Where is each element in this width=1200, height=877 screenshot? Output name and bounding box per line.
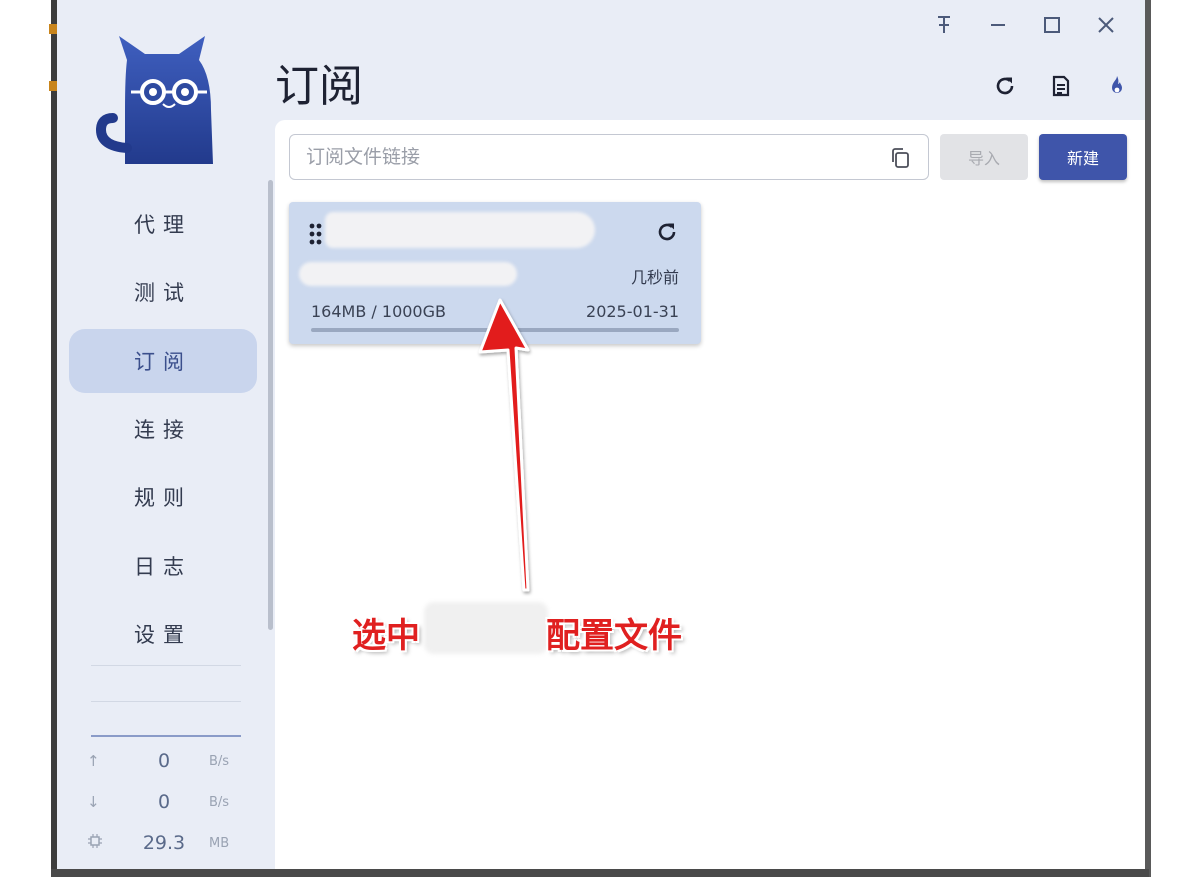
chip-icon (87, 833, 119, 853)
cat-logo-icon (95, 36, 213, 164)
app-window: 代理 测试 订阅 连接 规则 日志 设置 ↑ 0 B/s ↓ 0 B/s 29.… (57, 0, 1145, 869)
sidebar: 代理 测试 订阅 连接 规则 日志 设置 ↑ 0 B/s ↓ 0 B/s 29.… (57, 0, 275, 869)
sidebar-scrollbar[interactable] (268, 180, 273, 630)
memory-usage-row: 29.3 MB (87, 828, 247, 858)
redacted-profile-host (299, 262, 517, 286)
download-speed-row: ↓ 0 B/s (87, 787, 247, 817)
annotation-label-prefix: 选中 (352, 616, 420, 656)
paste-icon[interactable] (890, 147, 910, 169)
window-controls (917, 6, 1133, 44)
flame-icon (1112, 76, 1122, 93)
upload-speed-row: ↑ 0 B/s (87, 746, 247, 776)
annotation-label-suffix: 配置文件 (546, 616, 682, 656)
update-all-button[interactable] (977, 64, 1033, 108)
refresh-icon (996, 77, 1014, 95)
background-window-accent (49, 81, 57, 91)
arrow-up-icon: ↑ (87, 752, 100, 770)
memory-usage-value: 29.3 (142, 832, 186, 854)
sidebar-item-logs[interactable]: 日志 (69, 534, 257, 598)
profile-expire-date: 2025-01-31 (586, 302, 679, 321)
minimize-button[interactable] (971, 6, 1025, 44)
redacted-profile-name (325, 212, 595, 248)
maximize-button[interactable] (1025, 6, 1079, 44)
sidebar-item-proxy[interactable]: 代理 (69, 192, 257, 256)
traffic-graph-baseline (91, 735, 241, 737)
page-title: 订阅 (275, 61, 363, 112)
redacted-annotation-name (424, 602, 548, 654)
profile-updated-time: 几秒前 (630, 268, 679, 287)
pin-button[interactable] (917, 6, 971, 44)
sidebar-item-settings[interactable]: 设置 (69, 602, 257, 666)
drag-handle-icon[interactable] (309, 222, 323, 246)
main-panel: 导入 新建 几秒前 164MB / 1000GB 2025-01-31 (275, 120, 1145, 869)
profile-url-input[interactable] (304, 145, 878, 169)
document-icon (1052, 75, 1070, 97)
sidebar-item-test[interactable]: 测试 (69, 260, 257, 324)
sidebar-item-rules[interactable]: 规则 (69, 465, 257, 529)
pin-icon (938, 16, 950, 33)
maximize-icon (1044, 17, 1060, 33)
arrow-down-icon: ↓ (87, 793, 100, 811)
view-runtime-config-button[interactable] (1033, 64, 1089, 108)
profile-url-field (289, 134, 929, 180)
annotation-arrow (478, 298, 530, 592)
upload-speed-unit: B/s (209, 753, 230, 769)
import-button[interactable]: 导入 (940, 134, 1028, 180)
sidebar-item-subscription[interactable]: 订阅 (69, 329, 257, 393)
sidebar-divider (91, 665, 241, 666)
minimize-icon (991, 24, 1005, 26)
download-speed-value: 0 (157, 791, 171, 813)
refresh-icon[interactable] (655, 220, 679, 244)
background-window-edge (51, 869, 1149, 877)
memory-usage-unit: MB (209, 835, 230, 851)
sidebar-item-connections[interactable]: 连接 (69, 397, 257, 461)
sidebar-divider (91, 701, 241, 702)
close-button[interactable] (1079, 6, 1133, 44)
screenshot-stage: 代理 测试 订阅 连接 规则 日志 设置 ↑ 0 B/s ↓ 0 B/s 29.… (0, 0, 1200, 877)
header-actions (977, 64, 1145, 108)
background-window-accent (49, 24, 57, 34)
background-window-edge (1145, 0, 1151, 877)
download-speed-unit: B/s (209, 794, 230, 810)
reactivate-profiles-button[interactable] (1089, 64, 1145, 108)
upload-speed-value: 0 (157, 750, 171, 772)
profile-usage: 164MB / 1000GB (311, 302, 446, 321)
new-button[interactable]: 新建 (1039, 134, 1127, 180)
close-icon (1098, 17, 1114, 33)
